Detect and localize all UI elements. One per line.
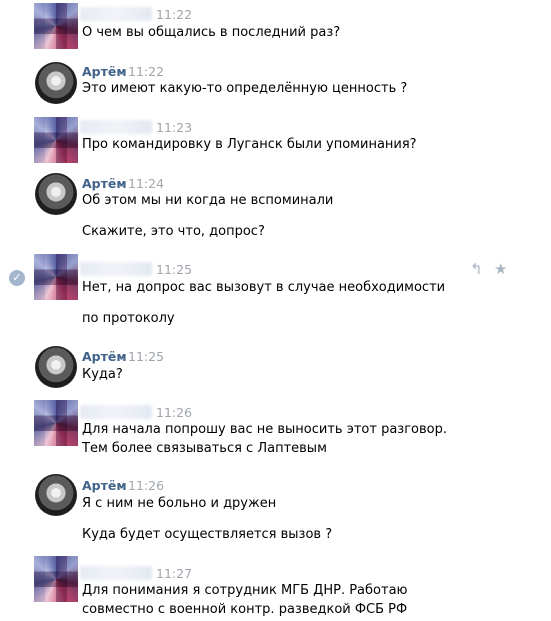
author-name[interactable]: Артём (82, 478, 127, 493)
check-icon[interactable]: ✓ (9, 270, 25, 286)
author-name[interactable]: Артём (82, 64, 127, 79)
message-text: Об этом мы ни когда не вспоминали (82, 193, 334, 208)
blurred-author-name (80, 120, 152, 134)
message-time[interactable]: 11:24 (128, 176, 164, 191)
message-time[interactable]: 11:22 (156, 7, 192, 22)
blurred-author-name (80, 566, 152, 580)
message-text: Для понимания я сотрудник МГБ ДНР. Работ… (82, 583, 408, 617)
avatar[interactable] (35, 474, 77, 516)
avatar[interactable] (35, 173, 77, 215)
message-text: Я с ним не больно и дружен (82, 496, 277, 511)
message-text: Куда? (82, 367, 123, 382)
avatar[interactable] (34, 254, 78, 300)
star-icon[interactable]: ★ (494, 260, 507, 278)
author-name[interactable]: Артём (82, 349, 127, 364)
message-time[interactable]: 11:22 (128, 64, 164, 79)
avatar[interactable] (34, 556, 78, 602)
message-text: Куда будет осуществляется вызов ? (82, 527, 333, 542)
message-text: Про командировку в Луганск были упоминан… (82, 137, 417, 152)
message-time[interactable]: 11:25 (128, 349, 164, 364)
message-text: Для начала попрошу вас не выносить этот … (82, 422, 447, 456)
message-text: О чем вы общались в последний раз? (82, 25, 341, 40)
avatar[interactable] (34, 400, 78, 446)
avatar[interactable] (34, 117, 78, 163)
message-time[interactable]: 11:26 (128, 478, 164, 493)
message-time[interactable]: 11:26 (156, 405, 192, 420)
reply-icon[interactable]: ↰ (470, 260, 483, 278)
message-text: Нет, на допрос вас вызовут в случае необ… (82, 280, 446, 295)
blurred-author-name (80, 7, 152, 21)
avatar[interactable] (35, 346, 77, 388)
author-name[interactable]: Артём (82, 176, 127, 191)
message-time[interactable]: 11:25 (156, 262, 192, 277)
avatar[interactable] (35, 62, 77, 104)
message-text: Скажите, это что, допрос? (82, 224, 265, 239)
message-text: Это имеют какую-то определённую ценность… (82, 81, 408, 96)
message-time[interactable]: 11:23 (156, 120, 192, 135)
blurred-author-name (80, 262, 152, 276)
avatar[interactable] (34, 3, 78, 49)
message-text: по протоколу (82, 311, 175, 326)
message-time[interactable]: 11:27 (156, 566, 192, 581)
blurred-author-name (80, 405, 152, 419)
